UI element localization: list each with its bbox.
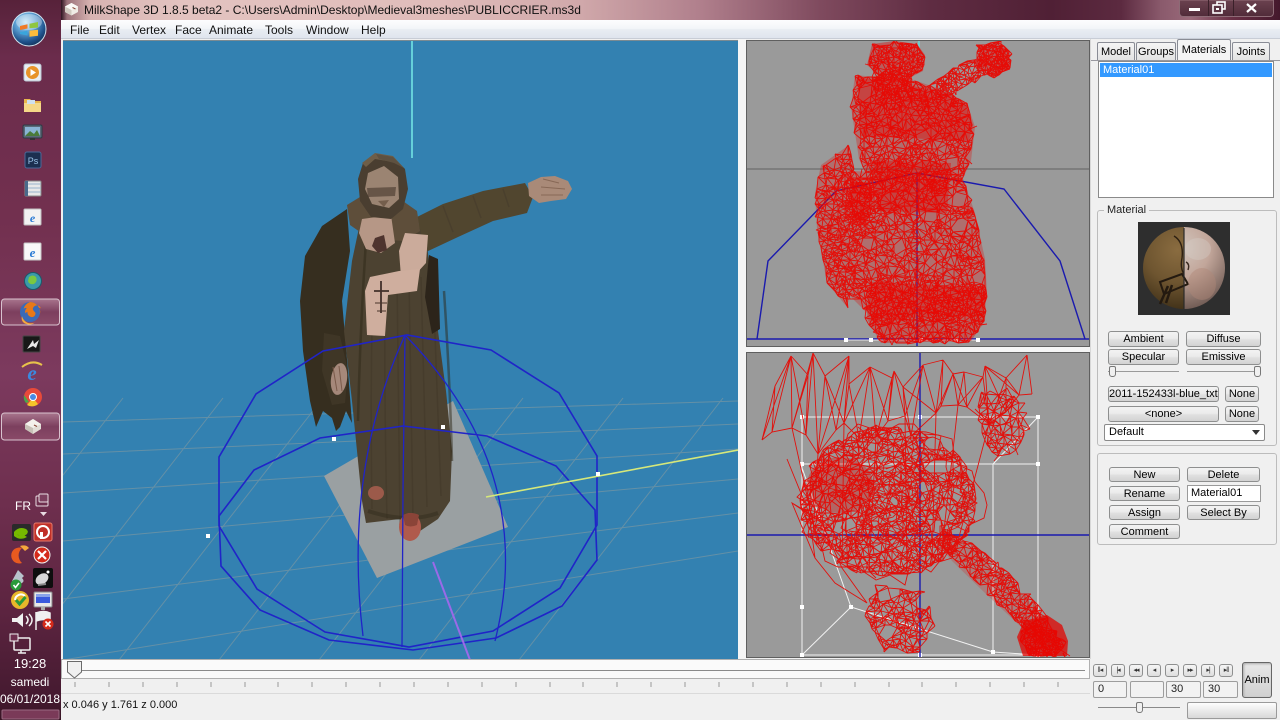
svg-text:Ps: Ps (28, 156, 39, 166)
svg-text:06/01/2018: 06/01/2018 (0, 692, 60, 706)
svg-text:e: e (27, 361, 36, 385)
svg-text:FR: FR (15, 499, 31, 513)
svg-text:e: e (30, 245, 36, 260)
svg-text:e: e (30, 211, 36, 225)
svg-text:19:28: 19:28 (14, 656, 47, 671)
svg-text:samedi: samedi (11, 675, 50, 689)
